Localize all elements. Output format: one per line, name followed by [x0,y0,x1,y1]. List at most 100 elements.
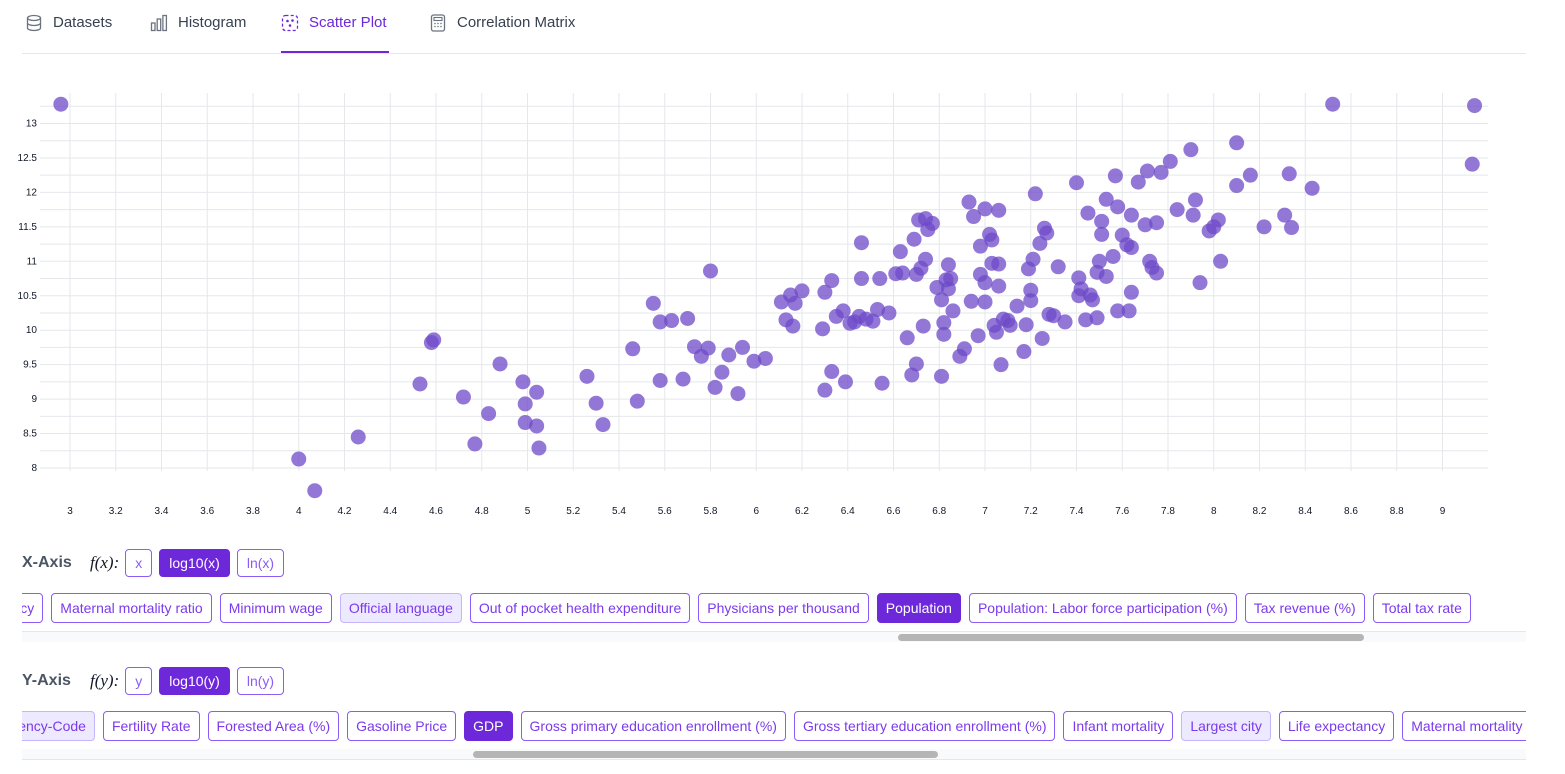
scatter-point [625,341,641,357]
scatter-point [1123,240,1139,256]
scatter-point [1149,265,1165,281]
y-tick-label: 12.5 [18,153,38,164]
scatter-point [895,265,911,281]
x-variable-chip[interactable]: Physicians per thousand [698,593,869,623]
scatter-point [1467,98,1483,114]
x-tick-label: 5.4 [612,506,626,517]
scatter-point [588,395,604,411]
scatter-point [1213,253,1229,269]
y-variable-chip[interactable]: GDP [464,711,513,741]
x-variable-chip[interactable]: Life expectancy [22,593,44,623]
scatter-plot-icon [281,14,299,32]
scatter-point [1185,207,1201,223]
x-tick-label: 3.6 [200,506,214,517]
y-variable-chip[interactable]: Currency-Code [22,711,95,741]
scatter-point [1187,192,1203,208]
y-variable-chip[interactable]: Forested Area (%) [207,711,340,741]
x-tick-label: 7.6 [1115,506,1129,517]
scatter-point [1210,212,1226,228]
tab-bar: Datasets Histogram Scatter Plot Correlat… [22,0,1526,54]
scatter-point [529,384,545,400]
x-tick-label: 7.2 [1024,506,1038,517]
y-tick-label: 8 [31,463,37,474]
x-func-log10-button[interactable]: log10(x) [159,549,230,577]
x-variable-chip[interactable]: Maternal mortality ratio [51,593,212,623]
y-variable-scrollbar[interactable] [22,749,1526,760]
scatter-point [899,330,915,346]
x-axis-title: X-Axis [22,554,72,571]
scatter-point [492,356,508,372]
y-func-identity-button[interactable]: y [125,667,153,695]
x-variable-chip[interactable]: Out of pocket health expenditure [469,593,691,623]
x-tick-label: 3.4 [155,506,169,517]
scatter-point [350,429,366,445]
scatter-point [961,194,977,210]
y-variable-chip[interactable]: Gross primary education enrollment (%) [520,711,786,741]
x-variable-chip[interactable]: Official language [339,593,462,623]
x-variable-list: Life expectancy Maternal mortality ratioM… [22,593,1526,632]
scatter-point [892,244,908,260]
x-variable-chip[interactable]: Population [876,593,961,623]
scatter-point [517,396,533,412]
y-func-ln-button[interactable]: ln(y) [236,667,285,695]
scatter-point [977,275,993,291]
scatter-point [872,271,888,287]
x-variable-chip[interactable]: Population: Labor force participation (%… [968,593,1237,623]
tab-datasets[interactable]: Datasets [25,14,112,53]
y-function-label: f(y): [90,671,120,690]
scatter-point [664,313,680,329]
scatter-point [531,440,547,456]
bar-chart-icon [150,14,168,32]
scatter-point [908,356,924,372]
y-variable-chip[interactable]: Gross tertiary education enrollment (%) [793,711,1056,741]
scatter-point [1069,175,1084,191]
scatter-point [412,376,428,392]
y-variable-chip[interactable]: Largest city [1181,711,1271,741]
scatter-point [707,379,723,395]
x-variable-scrollbar[interactable] [22,632,1526,642]
y-tick-label: 13 [26,119,38,130]
calculator-icon [430,14,446,32]
x-function-label: f(x): [90,553,120,572]
scatter-point [1098,268,1114,284]
scatter-point [1256,219,1272,235]
scatter-point [1050,259,1066,275]
y-variable-chip[interactable]: Life expectancy [1278,711,1395,741]
x-scrollbar-thumb[interactable] [898,634,1364,641]
tab-histogram[interactable]: Histogram [150,14,246,53]
scatter-point [1016,344,1032,360]
scatter-point [991,202,1007,218]
scatter-point [970,328,986,344]
y-variable-chip[interactable]: Fertility Rate [102,711,200,741]
y-variable-chip[interactable]: Gasoline Price [347,711,457,741]
scatter-point [735,339,751,355]
scatter-point [1123,284,1139,300]
scatter-point [853,235,869,251]
y-tick-label: 10 [26,325,38,336]
x-func-identity-button[interactable]: x [125,549,153,577]
tab-correlation-matrix[interactable]: Correlation Matrix [429,14,575,53]
scatter-point [915,318,931,334]
scatter-point [645,295,661,311]
y-tick-label: 12 [26,187,38,198]
x-tick-label: 3.2 [109,506,123,517]
scatter-point [1123,207,1139,223]
x-variable-chip[interactable]: Total tax rate [1372,593,1471,623]
scatter-point [1080,205,1096,221]
y-scrollbar-thumb[interactable] [473,751,938,758]
x-func-ln-button[interactable]: ln(x) [236,549,285,577]
x-variable-chip[interactable]: Tax revenue (%) [1244,593,1365,623]
scatter-point [988,324,1004,340]
scatter-point [977,201,993,217]
y-tick-label: 11.5 [18,222,37,233]
database-icon [26,14,42,32]
scatter-point [595,417,611,433]
y-variable-chip[interactable]: Infant mortality [1063,711,1174,741]
y-func-log10-button[interactable]: log10(y) [159,667,230,695]
y-variable-list: Currency-CodeFertility RateForested Area… [22,711,1526,749]
scatter-point [1162,153,1178,169]
x-variable-chip[interactable]: Minimum wage [219,593,332,623]
scatter-point [1009,298,1025,314]
y-variable-chip[interactable]: Maternal mortality ratio [1402,711,1526,741]
tab-scatter-plot[interactable]: Scatter Plot [281,14,389,53]
